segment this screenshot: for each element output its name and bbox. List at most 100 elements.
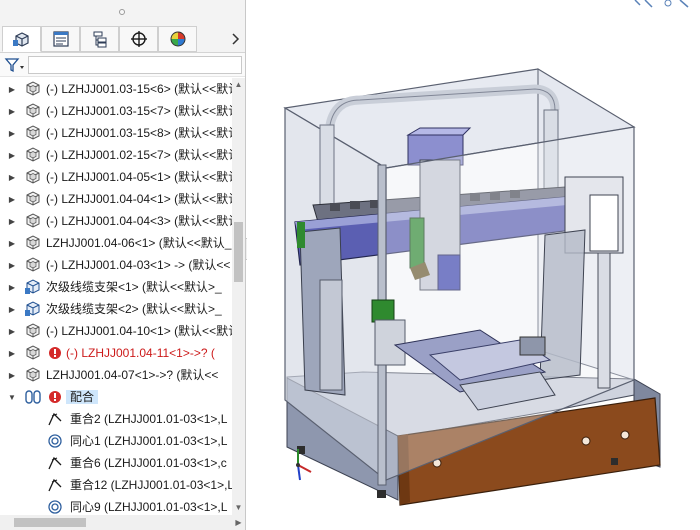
mates-folder-icon (24, 389, 42, 405)
mate-label: 重合2 (LZHJJ001.01-03<1>,L (70, 412, 228, 426)
tree-item-label: (-) LZHJJ001.04-11<1>->? ( (66, 346, 215, 360)
tree-item-label: (-) LZHJJ001.04-04<3> (默认<<默认 (46, 214, 232, 228)
tree-item-mates[interactable]: ▼ 配合 (0, 386, 232, 408)
tree-item-label: (-) LZHJJ001.03-15<6> (默认<<默认 (46, 82, 232, 96)
tree-item-label: 配合 (66, 390, 99, 404)
propertymanager-icon (52, 31, 69, 47)
grip-dot[interactable] (119, 9, 125, 15)
part-icon (24, 257, 42, 273)
mate-label: 同心9 (LZHJJ001.01-03<1>,L (70, 500, 228, 514)
filter-input[interactable] (28, 56, 242, 74)
part-icon (24, 147, 42, 163)
tree-item-component[interactable]: ▶ 次级线缆支架<1> (默认<<默认>_ (0, 276, 232, 298)
solidworks-window: ▶ (-) LZHJJ001.03-15<6> (默认<<默认 ▶ (-) LZHJJ… (0, 0, 700, 530)
tree-vertical-scrollbar[interactable]: ▲ ▼ (232, 78, 245, 515)
tree-item-component[interactable]: ▶ (-) LZHJJ001.03-15<6> (默认<<默认 (0, 78, 232, 100)
tree-item-label: LZHJJ001.04-07<1>->? (默认<< (46, 368, 219, 382)
tree-item-mate[interactable]: 重合12 (LZHJJ001.01-03<1>,L (0, 474, 232, 496)
expand-arrow-icon[interactable]: ▶ (6, 298, 18, 320)
appearance-icon (170, 31, 185, 47)
part-icon (24, 345, 42, 361)
panel-grip[interactable] (0, 0, 245, 24)
tree-item-component[interactable]: ▶ LZHJJ001.04-07<1>->? (默认<< (0, 364, 232, 386)
part-icon (24, 235, 42, 251)
tree-item-label: LZHJJ001.04-06<1> (默认<<默认_ (46, 236, 232, 250)
tree-item-label: (-) LZHJJ001.04-03<1> -> (默认<< (46, 258, 231, 272)
crosshair-icon (130, 31, 147, 47)
mate-label: 同心1 (LZHJJ001.01-03<1>,L (70, 434, 228, 448)
tree-item-label: 次级线缆支架<2> (默认<<默认>_ (46, 302, 222, 316)
propertymanager-tab[interactable] (41, 26, 80, 52)
expand-arrow-icon[interactable]: ▶ (6, 122, 18, 144)
part-icon (24, 125, 42, 141)
filter-icon[interactable] (4, 57, 26, 73)
collapse-arrow-icon[interactable]: ▼ (6, 386, 18, 408)
configurationmanager-icon (93, 31, 106, 48)
expand-arrow-icon[interactable]: ▶ (6, 364, 18, 386)
coincident-mate-icon (46, 455, 64, 471)
tree-item-component[interactable]: ▶ 次级线缆支架<2> (默认<<默认>_ (0, 298, 232, 320)
tree-item-label: (-) LZHJJ001.03-15<8> (默认<<默认 (46, 126, 232, 140)
error-icon (48, 346, 62, 360)
tab-scroll-right[interactable] (226, 30, 244, 48)
part-icon (24, 367, 42, 383)
featuremanager-tab[interactable] (2, 26, 41, 52)
dimxpert-tab[interactable] (119, 26, 158, 52)
tree-item-mate[interactable]: 重合2 (LZHJJ001.01-03<1>,L (0, 408, 232, 430)
scroll-thumb[interactable] (234, 222, 243, 282)
coincident-mate-icon (46, 411, 64, 427)
tree-item-component[interactable]: ▶ (-) LZHJJ001.03-15<8> (默认<<默认 (0, 122, 232, 144)
tree-item-component[interactable]: ▶ (-) LZHJJ001.04-04<1> (默认<<默认 (0, 188, 232, 210)
hscroll-thumb[interactable] (14, 518, 86, 527)
subassembly-icon (24, 279, 42, 295)
machine-model[interactable] (247, 0, 700, 530)
tree-item-mate[interactable]: 重合6 (LZHJJ001.01-03<1>,c (0, 452, 232, 474)
part-icon (24, 169, 42, 185)
concentric-mate-icon (46, 499, 64, 515)
expand-arrow-icon[interactable]: ▶ (6, 144, 18, 166)
tree-item-label: (-) LZHJJ001.04-04<1> (默认<<默认 (46, 192, 232, 206)
tree-item-component[interactable]: ▶ (-) LZHJJ001.03-15<7> (默认<<默认 (0, 100, 232, 122)
displaymanager-tab[interactable] (158, 26, 197, 52)
tree-item-mate[interactable]: 同心9 (LZHJJ001.01-03<1>,L (0, 496, 232, 516)
tree-item-component[interactable]: ▶ (-) LZHJJ001.04-03<1> -> (默认<< (0, 254, 232, 276)
part-icon (24, 323, 42, 339)
scroll-up-arrow[interactable]: ▲ (232, 78, 245, 92)
expand-arrow-icon[interactable]: ▶ (6, 188, 18, 210)
manager-tabbar (0, 24, 245, 53)
tree-item-component[interactable]: ▶ (-) LZHJJ001.04-11<1>->? ( (0, 342, 232, 364)
scroll-right-arrow[interactable]: ▶ (232, 515, 245, 530)
subassembly-icon (24, 301, 42, 317)
tree-horizontal-scrollbar[interactable]: ▶ (0, 515, 245, 530)
scroll-down-arrow[interactable]: ▼ (232, 501, 245, 515)
tree-item-component[interactable]: ▶ (-) LZHJJ001.02-15<7> (默认<<默认 (0, 144, 232, 166)
part-icon (24, 81, 42, 97)
feature-tree: ▶ (-) LZHJJ001.03-15<6> (默认<<默认 ▶ (-) LZHJJ… (0, 78, 232, 516)
expand-arrow-icon[interactable]: ▶ (6, 254, 18, 276)
configurationmanager-tab[interactable] (80, 26, 119, 52)
tree-item-component[interactable]: ▶ (-) LZHJJ001.04-05<1> (默认<<默认 (0, 166, 232, 188)
error-icon (48, 390, 62, 404)
heads-up-toolbar-icons[interactable] (630, 0, 700, 10)
tree-item-label: (-) LZHJJ001.04-05<1> (默认<<默认 (46, 170, 232, 184)
part-icon (24, 103, 42, 119)
mate-label: 重合12 (LZHJJ001.01-03<1>,L (70, 478, 232, 492)
tree-item-component[interactable]: ▶ LZHJJ001.04-06<1> (默认<<默认_ (0, 232, 232, 254)
expand-arrow-icon[interactable]: ▶ (6, 100, 18, 122)
tree-item-component[interactable]: ▶ (-) LZHJJ001.04-04<3> (默认<<默认 (0, 210, 232, 232)
coincident-mate-icon (46, 477, 64, 493)
expand-arrow-icon[interactable]: ▶ (6, 210, 18, 232)
expand-arrow-icon[interactable]: ▶ (6, 320, 18, 342)
tree-item-mate[interactable]: 同心1 (LZHJJ001.01-03<1>,L (0, 430, 232, 452)
tree-item-label: (-) LZHJJ001.04-10<1> (默认<<默认 (46, 324, 232, 338)
graphics-area[interactable] (247, 0, 700, 530)
expand-arrow-icon[interactable]: ▶ (6, 276, 18, 298)
part-icon (24, 191, 42, 207)
mate-label: 重合6 (LZHJJ001.01-03<1>,c (70, 456, 227, 470)
expand-arrow-icon[interactable]: ▶ (6, 166, 18, 188)
tree-item-component[interactable]: ▶ (-) LZHJJ001.04-10<1> (默认<<默认 (0, 320, 232, 342)
expand-arrow-icon[interactable]: ▶ (6, 78, 18, 100)
filter-bar (0, 53, 245, 77)
expand-arrow-icon[interactable]: ▶ (6, 342, 18, 364)
expand-arrow-icon[interactable]: ▶ (6, 232, 18, 254)
